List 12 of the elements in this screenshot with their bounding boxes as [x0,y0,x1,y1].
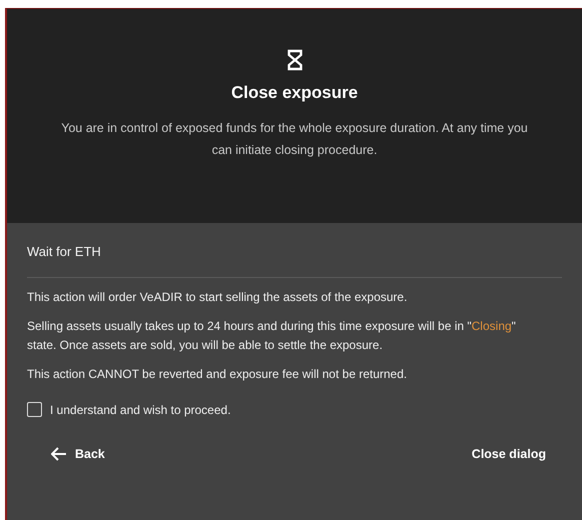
section-title: Wait for ETH [27,243,102,261]
hourglass-icon [286,49,302,71]
dialog-description: You are in control of exposed funds for the whole exposure duration. At any time you can initiate closing procedure. [60,120,529,159]
paragraph: This action will order VeADIR to start selling the assets of the exposure. [27,289,408,306]
paragraph: Selling assets usually takes up to 24 hours and during this time exposure will be in "Closing" state. Once assets are sold, you will be able to settle the exposure. [27,318,517,354]
paragraph: This action CANNOT be reverted and exposure fee will not be returned. [27,366,408,383]
checkbox[interactable] [27,402,42,417]
close-dialog-button[interactable]: Close dialog [466,443,552,465]
dialog-title: Close exposure [231,83,358,103]
checkbox-label[interactable]: I understand and wish to proceed. [50,402,231,416]
back-button[interactable]: Back [45,443,111,465]
back-arrow-icon [51,447,67,461]
